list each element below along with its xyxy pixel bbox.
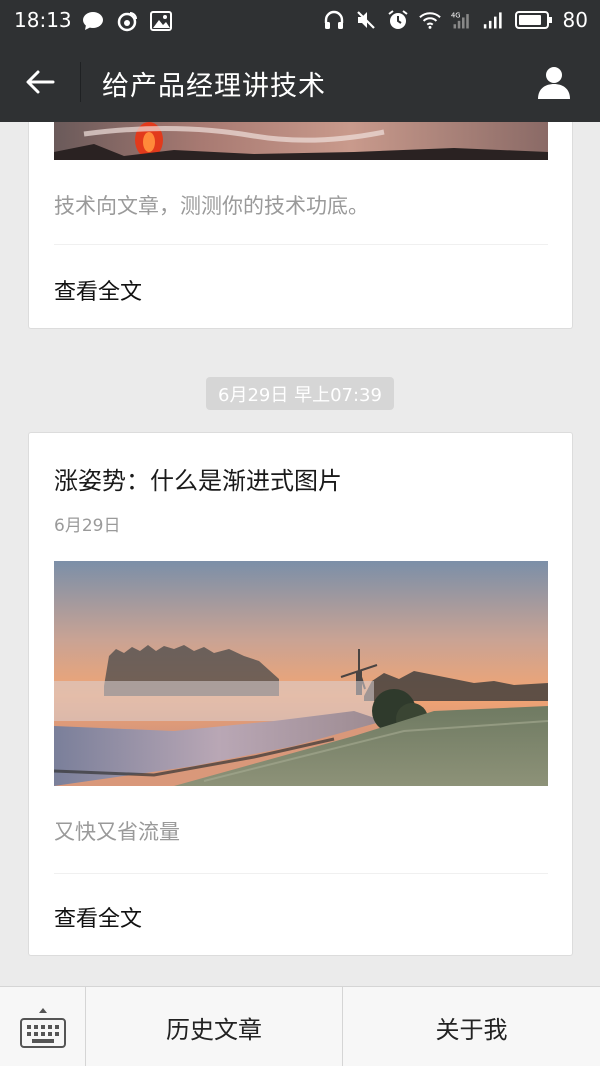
title-bar: 给产品经理讲技术 bbox=[0, 42, 600, 122]
prev-article-card[interactable]: 技术向文章，测测你的技术功底。 查看全文 bbox=[28, 122, 573, 329]
wifi-icon bbox=[418, 9, 441, 31]
mute-icon bbox=[355, 9, 377, 31]
person-icon bbox=[538, 67, 570, 99]
article-cover-image[interactable] bbox=[54, 561, 548, 786]
menu-history-articles[interactable]: 历史文章 bbox=[86, 987, 343, 1066]
keyboard-toggle-button[interactable] bbox=[0, 987, 86, 1066]
battery-percent: 80 bbox=[562, 8, 588, 32]
back-arrow-icon bbox=[26, 70, 55, 94]
status-left-icons bbox=[82, 10, 172, 32]
bottom-menu-bar: 历史文章 关于我 bbox=[0, 986, 600, 1066]
article-summary: 又快又省流量 bbox=[54, 820, 180, 844]
title-divider bbox=[80, 62, 81, 102]
status-bar: 18:13 4G 80 bbox=[0, 0, 600, 42]
read-more-link[interactable]: 查看全文 bbox=[54, 901, 142, 933]
prev-article-cover bbox=[54, 122, 548, 160]
prev-read-more-link[interactable]: 查看全文 bbox=[54, 274, 142, 306]
svg-text:4G: 4G bbox=[451, 11, 461, 19]
article-title[interactable]: 涨姿势：什么是渐进式图片 bbox=[54, 461, 342, 496]
headphones-icon bbox=[323, 9, 345, 31]
signal-4g-icon: 4G bbox=[451, 9, 473, 31]
image-icon bbox=[150, 10, 172, 32]
signal-icon bbox=[483, 9, 505, 31]
menu-about-me[interactable]: 关于我 bbox=[343, 987, 600, 1066]
page-title: 给产品经理讲技术 bbox=[102, 71, 326, 102]
back-button[interactable] bbox=[20, 62, 60, 102]
card-divider bbox=[54, 873, 548, 874]
weibo-icon bbox=[116, 10, 138, 32]
card-divider bbox=[54, 244, 548, 245]
status-right-icons: 4G 80 bbox=[323, 8, 588, 32]
article-date: 6月29日 bbox=[54, 516, 121, 536]
keyboard-icon bbox=[19, 1008, 66, 1048]
status-time: 18:13 bbox=[14, 8, 72, 32]
timestamp-badge: 6月29日 早上07:39 bbox=[206, 377, 394, 410]
prev-article-summary: 技术向文章，测测你的技术功底。 bbox=[54, 194, 369, 218]
alarm-icon bbox=[387, 9, 409, 31]
battery-icon bbox=[514, 9, 553, 31]
chat-bubble-icon bbox=[82, 10, 104, 32]
profile-button[interactable] bbox=[534, 62, 574, 102]
article-card[interactable]: 涨姿势：什么是渐进式图片 6月29日 又快又省流量 查看全文 bbox=[28, 432, 573, 956]
